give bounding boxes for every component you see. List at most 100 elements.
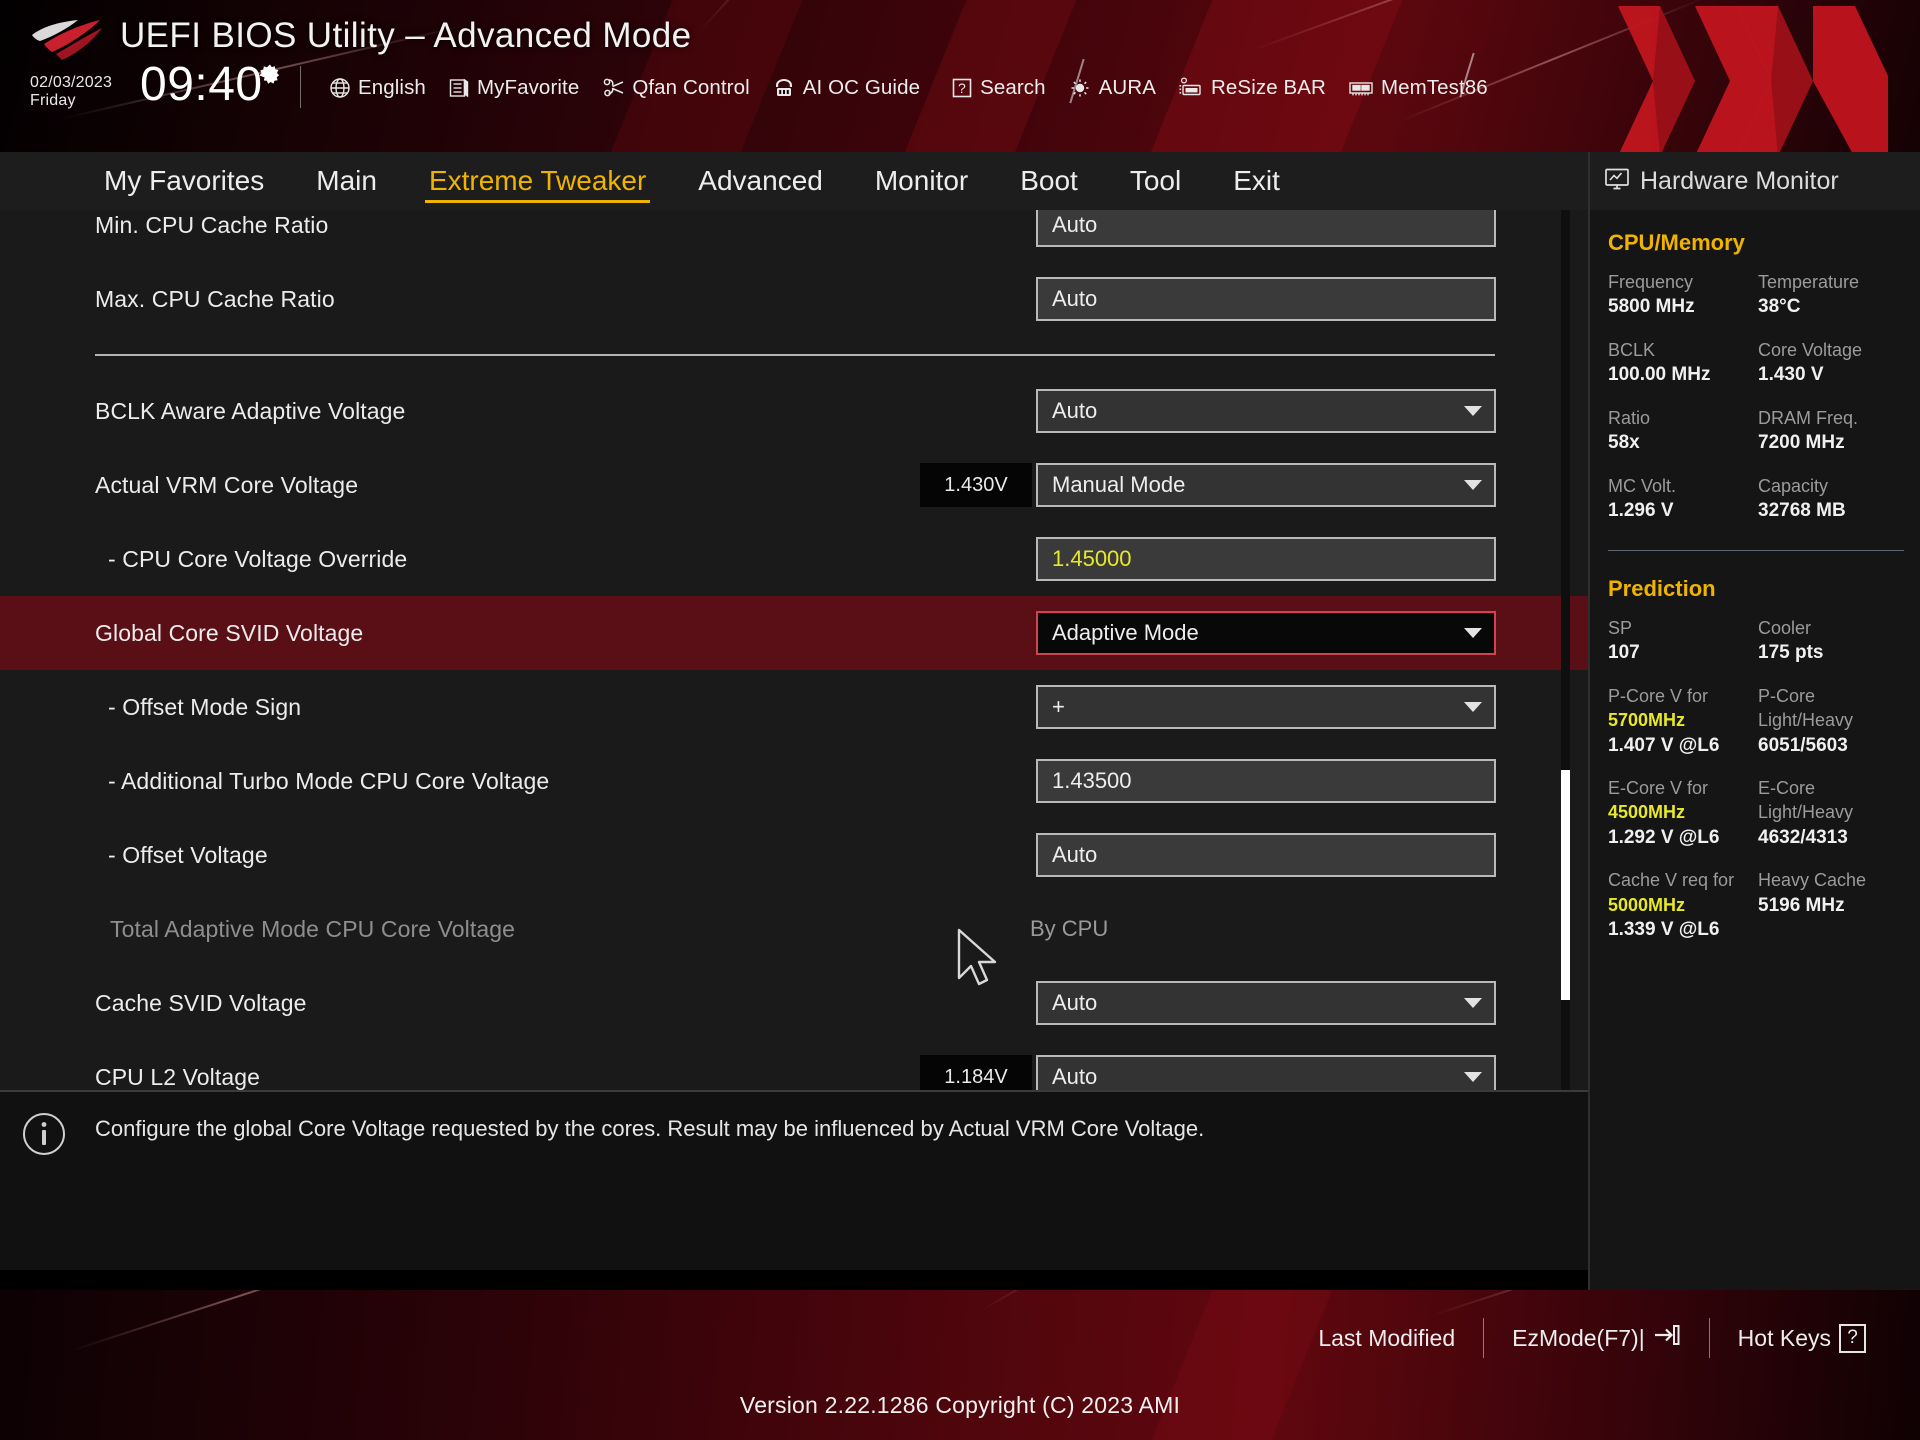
sidebar-metric-label: Cache V req for 5000MHz [1608, 870, 1735, 915]
sidebar-metric-value: 4632/4313 [1758, 826, 1848, 848]
settings-row[interactable]: Global Core SVID Voltage Adaptive Mode [0, 596, 1588, 670]
tab-boot[interactable]: Boot [994, 152, 1104, 210]
sidebar-metric-label: E-Core V for 4500MHz [1608, 778, 1709, 823]
sidebar-metric-value: 107 [1608, 642, 1640, 664]
setting-dropdown[interactable]: Manual Mode [1036, 463, 1496, 507]
settings-row[interactable]: - Additional Turbo Mode CPU Core Voltage… [0, 744, 1588, 818]
ezmode-button[interactable]: EzMode(F7)| [1484, 1323, 1709, 1353]
sidebar-metric: BCLK 100.00 MHz [1608, 338, 1758, 388]
sidebar-metric-value: 32768 MB [1758, 500, 1846, 522]
setting-label: Max. CPU Cache Ratio [95, 285, 335, 312]
setting-value: Auto [1052, 990, 1098, 1015]
settings-row[interactable]: - Offset Voltage Auto [0, 818, 1588, 892]
sidebar-metric-label: Frequency [1608, 272, 1694, 292]
setting-label: - CPU Core Voltage Override [108, 545, 408, 572]
sidebar-metric-pair: Ratio 58x DRAM Freq. 7200 MHz [1608, 406, 1908, 456]
settings-row[interactable]: CPU L2 Voltage 1.184V Auto [0, 1040, 1588, 1090]
footer-bar: Last Modified EzMode(F7)| Hot Keys ? Ver… [0, 1290, 1920, 1440]
sidebar-metric-label: Temperature [1758, 272, 1860, 292]
exit-arrow-icon [1653, 1323, 1681, 1353]
rog-logo [28, 16, 106, 62]
setting-dropdown[interactable]: + [1036, 685, 1496, 729]
setting-input[interactable]: Auto [1036, 277, 1496, 321]
setting-input[interactable]: 1.45000 [1036, 537, 1496, 581]
divider-line [95, 354, 1495, 356]
settings-row[interactable]: - CPU Core Voltage Override 1.45000 [0, 522, 1588, 596]
setting-dropdown[interactable]: Auto [1036, 1055, 1496, 1090]
setting-input[interactable]: Auto [1036, 210, 1496, 247]
sidebar-metric-pair: SP 107 Cooler 175 pts [1608, 616, 1908, 666]
toolbar-label: ReSize BAR [1211, 76, 1326, 99]
toolbar-label: MemTest86 [1380, 76, 1488, 99]
chevron-down-icon [1464, 406, 1482, 416]
gear-icon[interactable] [258, 64, 282, 88]
tab-advanced[interactable]: Advanced [672, 152, 849, 210]
sidebar-metric: MC Volt. 1.296 V [1608, 474, 1758, 524]
scrollbar-thumb[interactable] [1561, 770, 1570, 1000]
setting-value: Auto [1052, 286, 1098, 311]
toolbar-item-english[interactable]: English [318, 68, 437, 108]
tab-tool[interactable]: Tool [1104, 152, 1207, 210]
settings-panel: Min. CPU Cache Ratio Auto Max. CPU Cache R… [0, 210, 1588, 1090]
setting-dropdown[interactable]: Adaptive Mode [1036, 611, 1496, 655]
toolbar-item-memtest86[interactable]: MemTest86 [1337, 68, 1499, 108]
sidebar-metric: E-Core Light/Heavy 4632/4313 [1758, 776, 1908, 850]
memory-module-icon [1348, 77, 1374, 99]
sidebar-metric-pair: BCLK 100.00 MHz Core Voltage 1.430 V [1608, 338, 1908, 388]
sidebar-metric-pair: P-Core V for 5700MHz 1.407 V @L6 P-Core Li… [1608, 684, 1908, 758]
sidebar-metric-label: MC Volt. [1608, 475, 1677, 496]
toolbar-item-search[interactable]: ? Search [931, 68, 1057, 108]
sidebar-metric-value: 7200 MHz [1758, 432, 1845, 454]
hot-keys-label: Hot Keys [1737, 1324, 1831, 1351]
tab-exit[interactable]: Exit [1207, 152, 1306, 210]
hot-keys-button[interactable]: Hot Keys ? [1710, 1323, 1894, 1353]
sidebar-metric-value: 38°C [1758, 296, 1801, 318]
sidebar-metric-pair: E-Core V for 4500MHz 1.292 V @L6 E-Core Li… [1608, 776, 1908, 850]
setting-label: BCLK Aware Adaptive Voltage [95, 397, 406, 424]
favorites-list-icon [448, 77, 470, 99]
chevron-down-icon [1464, 480, 1482, 490]
sidebar-metric: SP 107 [1608, 616, 1758, 666]
settings-row[interactable]: - Offset Mode Sign + [0, 670, 1588, 744]
toolbar-item-ai-oc-guide[interactable]: AI OC Guide [761, 68, 931, 108]
sidebar-metric-label: E-Core Light/Heavy [1758, 778, 1854, 823]
hardware-monitor-title: Hardware Monitor [1640, 166, 1839, 195]
sidebar-metric-value: 6051/5603 [1758, 734, 1848, 756]
settings-row[interactable]: Max. CPU Cache Ratio Auto [0, 262, 1588, 336]
settings-row[interactable]: Total Adaptive Mode CPU Core Voltage By C… [0, 892, 1588, 966]
setting-dropdown[interactable]: Auto [1036, 389, 1496, 433]
sidebar-metric-value: 1.430 V [1758, 364, 1824, 386]
tab-my-favorites[interactable]: My Favorites [78, 152, 290, 210]
setting-label: Cache SVID Voltage [95, 989, 307, 1016]
settings-row[interactable]: BCLK Aware Adaptive Voltage Auto [0, 374, 1588, 448]
toolbar-item-myfavorite[interactable]: MyFavorite [437, 68, 590, 108]
settings-row[interactable]: Actual VRM Core Voltage 1.430V Manual Mode [0, 448, 1588, 522]
setting-value: + [1052, 694, 1065, 719]
sidebar-metric-label: DRAM Freq. [1758, 407, 1859, 428]
toolbar-label: Qfan Control [632, 76, 750, 99]
setting-value: Adaptive Mode [1052, 620, 1199, 645]
setting-label: Global Core SVID Voltage [95, 619, 364, 646]
tab-monitor[interactable]: Monitor [849, 152, 994, 210]
setting-label: CPU L2 Voltage [95, 1063, 261, 1090]
toolbar-item-qfan-control[interactable]: Qfan Control [590, 68, 760, 108]
question-box-icon: ? [951, 77, 973, 99]
sidebar-metric-highlight: 4500MHz [1608, 802, 1686, 823]
sidebar-metric-label: Capacity [1758, 475, 1829, 496]
sidebar-metric-value: 58x [1608, 432, 1640, 454]
setting-label: - Additional Turbo Mode CPU Core Voltage [108, 767, 550, 794]
setting-input[interactable]: 1.43500 [1036, 759, 1496, 803]
last-modified-button[interactable]: Last Modified [1290, 1325, 1483, 1352]
setting-label: Min. CPU Cache Ratio [95, 211, 329, 238]
setting-input[interactable]: Auto [1036, 833, 1496, 877]
sidebar-metric-pair: MC Volt. 1.296 V Capacity 32768 MB [1608, 474, 1908, 524]
settings-list: Min. CPU Cache Ratio Auto Max. CPU Cache R… [0, 210, 1588, 1090]
settings-row[interactable]: Cache SVID Voltage Auto [0, 966, 1588, 1040]
setting-dropdown[interactable]: Auto [1036, 981, 1496, 1025]
tab-main[interactable]: Main [290, 152, 403, 210]
toolbar-item-resize-bar[interactable]: ReSize BAR [1167, 68, 1337, 108]
settings-row[interactable]: Min. CPU Cache Ratio Auto [0, 210, 1588, 262]
sidebar-metric: Heavy Cache 5196 MHz [1758, 868, 1908, 942]
hardware-monitor-sidebar: Hardware Monitor CPU/Memory Frequency 5800… [1588, 152, 1920, 1290]
tab-extreme-tweaker[interactable]: Extreme Tweaker [403, 152, 672, 210]
